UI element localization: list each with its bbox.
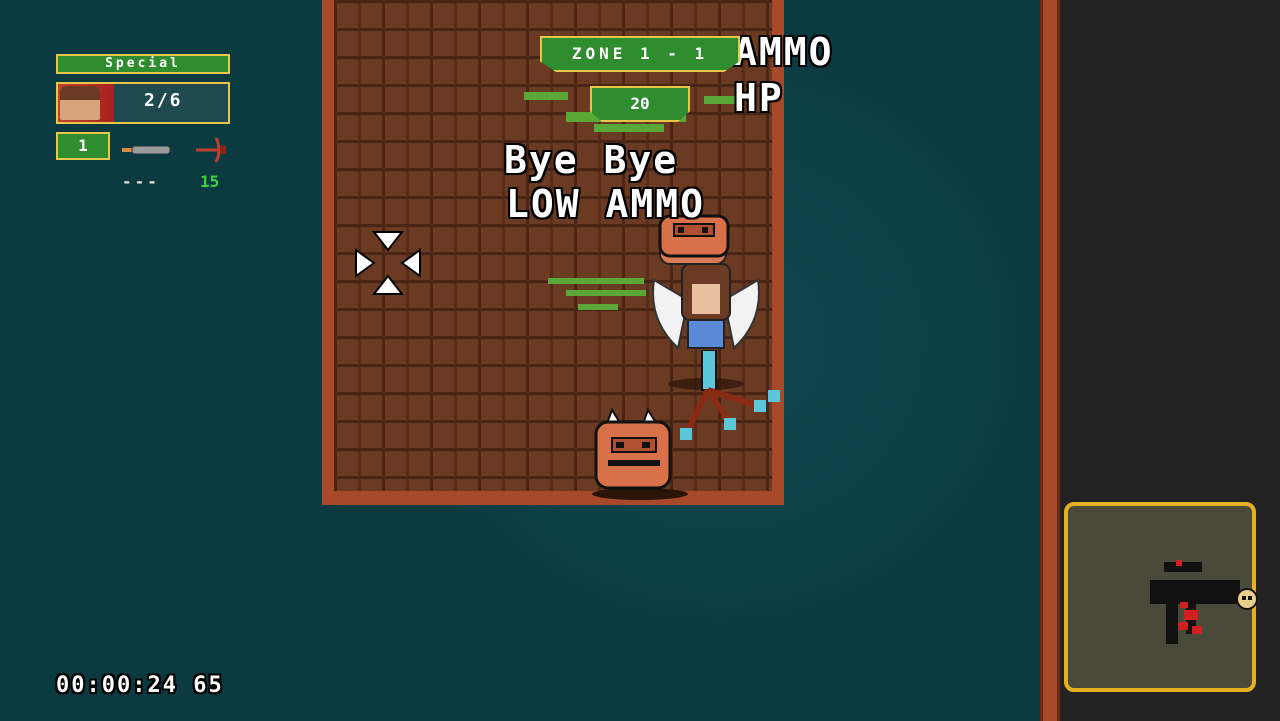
knife-icon [122, 146, 170, 154]
secondary-ammo: 15 [200, 172, 220, 191]
primary-ammo: --- [122, 172, 160, 191]
kill-count-badge: 20 [590, 86, 690, 122]
enemy-pig-demon [592, 407, 688, 500]
weapon-slot: 1 [56, 132, 110, 160]
floating-hp-text: HP [734, 76, 784, 120]
minimap-rooms [1150, 560, 1240, 644]
right-wall [1040, 0, 1060, 721]
player-portrait [60, 86, 100, 120]
health-panel: 2/6 [56, 82, 230, 124]
floating-bye-text: Bye Bye [504, 138, 679, 182]
run-timer: 00:00:24 65 [56, 673, 224, 698]
special-meter: Special [56, 54, 230, 74]
crosshair-icon [355, 231, 421, 295]
floating-ammo-text: AMMO [734, 30, 834, 74]
crossbow-icon [196, 137, 226, 163]
minimap [1064, 502, 1258, 692]
zone-banner: ZONE 1 - 1 [540, 36, 740, 72]
skull-icon [1236, 588, 1258, 610]
floating-low-ammo-text: LOW AMMO [506, 182, 706, 226]
health-text: 2/6 [144, 90, 183, 111]
